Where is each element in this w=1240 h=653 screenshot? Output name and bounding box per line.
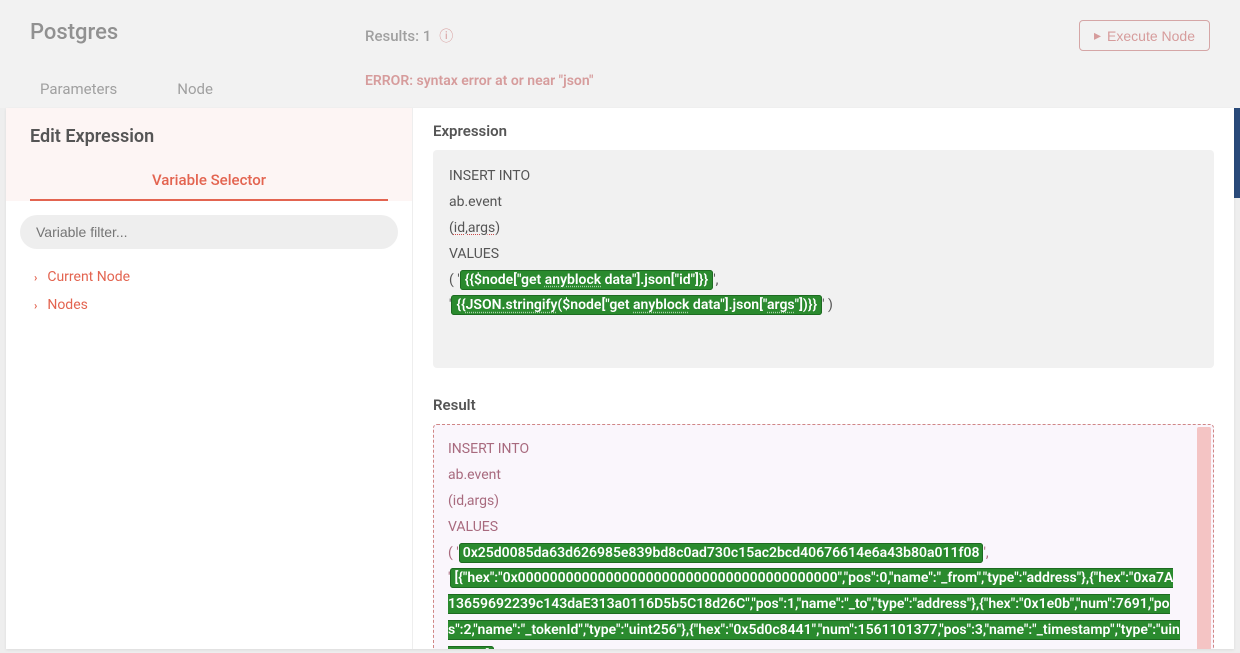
result-box: INSERT INTO ab.event (id,args) VALUES ( …: [433, 424, 1214, 649]
modal-title: Edit Expression: [30, 126, 388, 147]
expression-editor[interactable]: INSERT INTO ab.event (id,args) VALUES ( …: [433, 150, 1214, 368]
tree-item-current-node[interactable]: › Current Node: [26, 263, 392, 291]
left-panel: Edit Expression Variable Selector › Curr…: [6, 108, 413, 649]
result-line: '[{"hex":"0x0000000000000000000000000000…: [448, 566, 1181, 649]
expr-line: INSERT INTO: [449, 164, 1198, 190]
expr-line: (id,args): [449, 216, 1198, 242]
expr-line: ( '{{$node["get anyblock data"].json["id…: [449, 268, 1198, 294]
edit-expression-modal: Edit Expression Variable Selector › Curr…: [6, 108, 1234, 649]
result-line: (id,args): [448, 489, 1181, 515]
chevron-right-icon: ›: [34, 271, 37, 284]
expr-pill-id: {{$node["get anyblock data"].json["id"]}…: [460, 270, 713, 290]
result-line: INSERT INTO: [448, 437, 1181, 463]
result-line: ab.event: [448, 463, 1181, 489]
expr-pill-args: {{JSON.stringify($node["get anyblock dat…: [451, 295, 822, 315]
variable-selector-tab[interactable]: Variable Selector: [30, 171, 388, 201]
result-label: Result: [433, 396, 1214, 414]
expr-line: VALUES: [449, 242, 1198, 268]
right-panel: Expression INSERT INTO ab.event (id,args…: [413, 108, 1234, 649]
expression-label: Expression: [433, 122, 1214, 140]
expr-line: ab.event: [449, 190, 1198, 216]
variable-tree: › Current Node › Nodes: [6, 259, 412, 323]
variable-filter-input[interactable]: [20, 215, 398, 249]
chevron-right-icon: ›: [34, 299, 37, 312]
result-pill-json: [{"hex":"0x00000000000000000000000000000…: [448, 568, 1180, 649]
result-line: ( '0x25d0085da63d626985e839bd8c0ad730c15…: [448, 541, 1181, 567]
tree-item-nodes[interactable]: › Nodes: [26, 291, 392, 319]
result-line: VALUES: [448, 515, 1181, 541]
result-scrollbar[interactable]: [1197, 427, 1211, 649]
expr-line: '{{JSON.stringify($node["get anyblock da…: [449, 293, 1198, 319]
result-pill-hash: 0x25d0085da63d626985e839bd8c0ad730c15ac2…: [459, 543, 984, 563]
